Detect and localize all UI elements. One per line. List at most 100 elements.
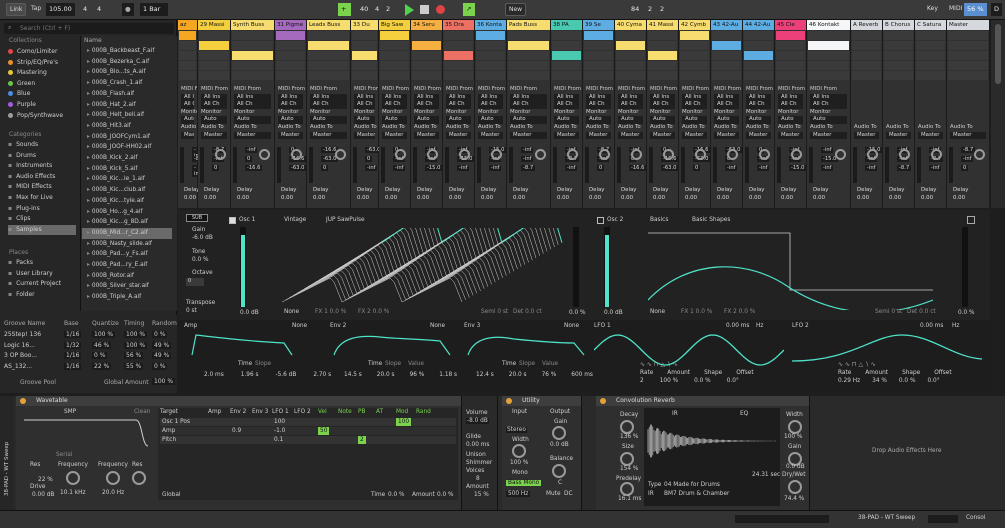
empty-clip-slot[interactable] [508, 31, 549, 40]
empty-clip-slot[interactable] [852, 31, 881, 40]
matrix-cell[interactable] [338, 427, 342, 435]
gain-value[interactable]: 0.0 dB [550, 442, 569, 448]
env1-release[interactable]: 2.70 s [313, 372, 331, 378]
size-knob[interactable] [620, 452, 634, 466]
empty-clip-slot[interactable] [616, 61, 645, 70]
input-type-select[interactable]: All Ins [234, 93, 271, 102]
monitor-select[interactable]: Auto [446, 116, 471, 124]
clip-slot[interactable] [308, 41, 349, 50]
volume-field[interactable]: -inf [245, 147, 258, 154]
matrix-cell[interactable] [358, 427, 362, 435]
groove-cell[interactable]: 55 % [124, 362, 144, 370]
monitor-select[interactable]: Auto [682, 116, 707, 124]
matrix-cell[interactable]: 0.1 [272, 436, 285, 444]
loop-start-beat[interactable]: 2 [645, 3, 655, 16]
width-value[interactable]: 100 % [510, 460, 528, 466]
osc2-wavetable-display[interactable] [648, 228, 933, 310]
menu-icon[interactable] [967, 216, 975, 224]
env2-mode[interactable]: None [430, 323, 445, 329]
unison-mode[interactable]: Shimmer [466, 460, 492, 466]
category-item[interactable]: ▪ Instruments [8, 161, 76, 171]
delay-value[interactable]: 0.00 [554, 195, 582, 203]
output-select[interactable]: Master [382, 131, 407, 140]
delay-value[interactable]: 0.00 [746, 195, 774, 203]
empty-clip-slot[interactable] [179, 41, 196, 50]
amount-value[interactable]: 0.0 % [437, 492, 454, 498]
env1-decay[interactable]: 1.96 s [241, 372, 259, 378]
monitor-select[interactable]: Auto [234, 116, 271, 124]
empty-clip-slot[interactable] [916, 71, 945, 80]
position-beat[interactable]: 4 [372, 3, 382, 16]
empty-clip-slot[interactable] [584, 71, 613, 80]
matrix-cell[interactable]: 2 [358, 436, 366, 444]
track-header[interactable]: 39 Se [583, 20, 614, 30]
lfo1-offset[interactable]: 0.0° [727, 378, 739, 384]
env1-time[interactable]: Time [238, 361, 252, 367]
empty-clip-slot[interactable] [380, 61, 409, 70]
output-select[interactable]: Master [586, 131, 611, 140]
empty-clip-slot[interactable] [808, 31, 849, 40]
output-select[interactable]: Master [810, 131, 847, 140]
track-header[interactable]: C Satura [915, 20, 946, 30]
category-item[interactable]: ▪ Audio Effects [8, 172, 76, 182]
send-field[interactable]: -inf [725, 165, 738, 172]
empty-clip-slot[interactable] [232, 61, 273, 70]
empty-clip-slot[interactable] [232, 41, 273, 50]
osc1-enable-checkbox[interactable] [229, 217, 236, 224]
send-knob[interactable] [727, 149, 738, 161]
input-type-select[interactable]: All Ins [382, 93, 407, 102]
freq2-knob[interactable] [106, 471, 120, 485]
send-field[interactable]: -15.0 [789, 165, 807, 172]
delay-value[interactable]: 0.00 [650, 195, 678, 203]
empty-clip-slot[interactable] [776, 71, 805, 80]
empty-clip-slot[interactable] [744, 31, 773, 40]
empty-clip-slot[interactable] [648, 61, 677, 70]
send-field[interactable]: 0 [693, 165, 701, 172]
track-header[interactable]: A Reverb [851, 20, 882, 30]
osc1-level[interactable]: 0.0 dB [240, 310, 259, 316]
send-field[interactable]: -inf [961, 156, 974, 163]
matrix-cell[interactable] [294, 436, 298, 444]
scroll-thumb[interactable] [995, 24, 1001, 84]
delay-value[interactable]: 0.00 [714, 195, 742, 203]
empty-clip-slot[interactable] [648, 71, 677, 80]
tap-button[interactable]: Tap [28, 3, 44, 16]
time-sig-denominator[interactable]: 4 [94, 3, 104, 16]
file-item[interactable]: ▸ 000B_Helt_bell.aif [82, 110, 172, 121]
osc1-fx1[interactable]: FX 1 0.0 % [315, 309, 346, 315]
empty-clip-slot[interactable] [508, 71, 549, 80]
matrix-cell[interactable]: 100 [272, 418, 287, 426]
empty-clip-slot[interactable] [808, 61, 849, 70]
empty-clip-slot[interactable] [552, 31, 581, 40]
empty-clip-slot[interactable] [308, 51, 349, 60]
matrix-cell[interactable] [416, 436, 420, 444]
input-channel-select[interactable]: All Ch [618, 101, 643, 109]
lfo2-display[interactable] [792, 331, 982, 369]
output-select[interactable]: Master [201, 131, 227, 140]
volume-field[interactable]: -8.7 [961, 147, 976, 154]
sub-osc-button[interactable]: SUB [186, 214, 208, 222]
groove-row[interactable]: 3 OP Boo... 1/16 0 % 56 % 49 % [0, 352, 177, 361]
clip-slot[interactable] [199, 41, 229, 50]
monitor-select[interactable]: Auto [414, 116, 439, 124]
filter-display[interactable] [24, 418, 152, 448]
res-value[interactable]: 22 % [38, 477, 53, 483]
empty-clip-slot[interactable] [508, 51, 549, 60]
output-select[interactable]: Master [854, 131, 879, 140]
file-item[interactable]: ▸ 000B_Pad...y_Fs.aif [82, 249, 172, 260]
send-knob[interactable] [259, 149, 270, 161]
send-field[interactable]: 0 [365, 156, 373, 163]
osc1-wavetable-display[interactable] [282, 228, 570, 310]
empty-clip-slot[interactable] [884, 71, 913, 80]
track-header[interactable]: 31 Pigme [275, 20, 306, 30]
osc2-level[interactable]: 0.0 dB [604, 310, 623, 316]
empty-clip-slot[interactable] [476, 71, 505, 80]
send-knob[interactable] [535, 149, 546, 161]
matrix-cell[interactable] [416, 427, 420, 435]
empty-clip-slot[interactable] [412, 51, 441, 60]
monitor-select[interactable]: Auto [810, 116, 847, 124]
delay-value[interactable]: 0.00 [234, 195, 274, 203]
empty-clip-slot[interactable] [852, 51, 881, 60]
drop-effects-zone[interactable]: Drop Audio Effects Here [872, 448, 941, 454]
tempo-field[interactable]: 105.00 [46, 3, 75, 16]
